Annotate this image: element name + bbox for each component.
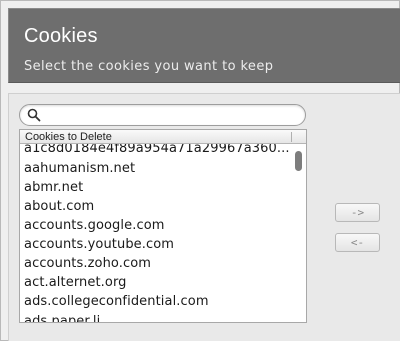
list-item[interactable]: a1c8d0184e4f89a954a71a29967a360...	[24, 144, 292, 158]
list-item[interactable]: accounts.google.com	[24, 216, 292, 235]
list-item[interactable]: accounts.youtube.com	[24, 235, 292, 254]
keep-cookie-button[interactable]: ->	[335, 203, 380, 222]
list-column-header[interactable]: Cookies to Delete	[20, 130, 306, 144]
list-item[interactable]: ads.collegeconfidential.com	[24, 292, 292, 311]
list-item[interactable]: ads.paper.li	[24, 312, 292, 322]
column-header-label: Cookies to Delete	[25, 131, 112, 143]
list-item[interactable]: act.alternet.org	[24, 273, 292, 292]
dialog-title: Cookies	[24, 25, 98, 47]
scroll-thumb[interactable]	[295, 151, 302, 171]
delete-cookie-button[interactable]: <-	[335, 233, 380, 252]
list-rows: a1c8d0184e4f89a954a71a29967a360... aahum…	[20, 144, 292, 322]
list-item[interactable]: accounts.zoho.com	[24, 254, 292, 273]
search-field[interactable]	[19, 104, 306, 126]
vertical-scrollbar[interactable]	[292, 144, 306, 322]
cookies-list[interactable]: Cookies to Delete a1c8d0184e4f89a954a71a…	[19, 129, 307, 323]
search-icon	[27, 108, 41, 122]
search-input[interactable]	[44, 107, 299, 123]
list-item[interactable]: aahumanism.net	[24, 159, 292, 178]
column-divider	[291, 132, 292, 142]
list-item[interactable]: about.com	[24, 197, 292, 216]
list-item[interactable]: abmr.net	[24, 178, 292, 197]
dialog-header: Cookies Select the cookies you want to k…	[8, 8, 400, 83]
dialog-subtitle: Select the cookies you want to keep	[24, 59, 274, 74]
